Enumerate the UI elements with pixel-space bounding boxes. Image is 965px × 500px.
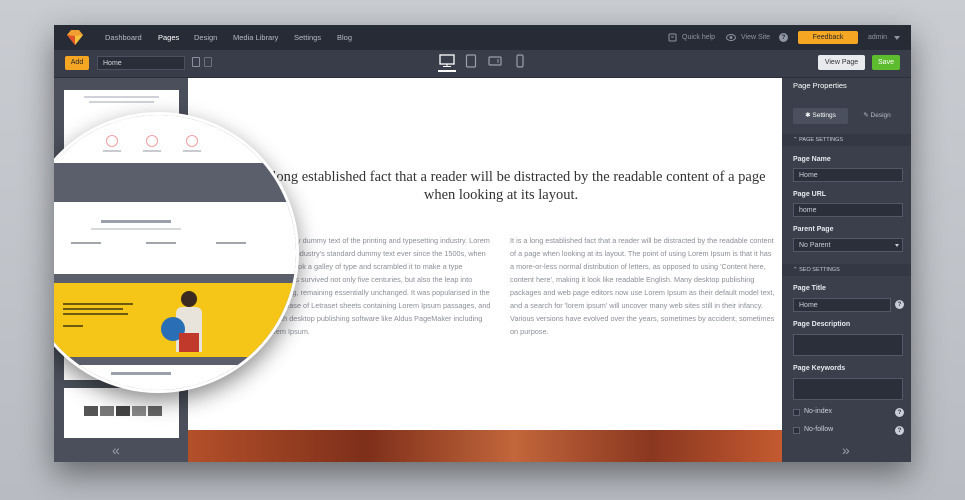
collapse-left-icon[interactable]: « [112, 442, 120, 458]
parent-page-label: Parent Page [793, 226, 834, 233]
nav-blog[interactable]: Blog [337, 25, 352, 50]
page-keywords-label: Page Keywords [793, 365, 846, 372]
parent-page-value: No Parent [799, 242, 831, 249]
page-name-label: Page Name [793, 156, 831, 163]
page-properties-panel: Page Properties ✱ Settings ✎ Design ⌃ PA… [782, 78, 911, 462]
nav-dashboard[interactable]: Dashboard [105, 25, 142, 50]
eye-icon[interactable] [726, 34, 736, 41]
view-page-button[interactable]: View Page [818, 55, 865, 70]
parent-page-select[interactable]: No Parent [793, 238, 903, 252]
nav-media-library[interactable]: Media Library [233, 25, 278, 50]
page-settings-title: PAGE SETTINGS [799, 137, 844, 143]
seo-settings-title: SEO SETTINGS [799, 267, 840, 273]
tab-design-label: Design [870, 112, 891, 119]
tab-settings-label: Settings [812, 112, 836, 119]
nav-pages[interactable]: Pages [158, 25, 179, 50]
magnified-yellow-block [54, 283, 296, 357]
tab-settings[interactable]: ✱ Settings [793, 108, 848, 124]
nav-design[interactable]: Design [194, 25, 217, 50]
device-tablet-landscape[interactable] [488, 54, 502, 72]
page-settings-header[interactable]: ⌃ PAGE SETTINGS [782, 134, 911, 146]
page-builder-window: Dashboard Pages Design Media Library Set… [54, 25, 911, 462]
collapse-right-icon[interactable]: » [842, 442, 850, 458]
page-select-value: Home [103, 60, 122, 67]
help-icon[interactable]: ? [895, 426, 904, 435]
desktop-icon [439, 54, 455, 67]
device-tablet[interactable] [465, 54, 477, 72]
quick-help-icon[interactable] [668, 33, 677, 42]
page-url-label: Page URL [793, 191, 827, 198]
nav-settings[interactable]: Settings [294, 25, 321, 50]
no-index-label: No-index [804, 408, 833, 415]
tablet-landscape-icon [488, 56, 502, 66]
user-menu[interactable]: admin [868, 25, 887, 50]
help-icon[interactable]: ? [779, 33, 788, 42]
seo-settings-header[interactable]: ⌃ SEO SETTINGS [782, 264, 911, 276]
page-url-value: home [799, 207, 817, 214]
brush-icon: ✎ [863, 112, 871, 119]
delete-icon[interactable] [204, 57, 212, 67]
help-icon[interactable]: ? [895, 408, 904, 417]
hero-image-block[interactable] [188, 430, 782, 462]
mobile-icon [516, 54, 524, 68]
page-keywords-field[interactable] [793, 378, 903, 400]
magnified-block [54, 115, 296, 163]
page-name-field[interactable]: Home [793, 168, 903, 182]
feedback-button[interactable]: Feedback [798, 31, 858, 44]
magnified-block [54, 365, 296, 390]
thumbnail-magnifier [54, 112, 299, 393]
add-label: Add [70, 59, 84, 66]
view-site-link[interactable]: View Site [741, 25, 770, 50]
add-button[interactable]: Add [65, 56, 89, 70]
device-desktop[interactable] [438, 54, 456, 72]
page-name-value: Home [799, 172, 818, 179]
tablet-icon [465, 54, 477, 68]
copy-icon[interactable] [192, 57, 200, 67]
page-title-value: Home [799, 302, 818, 309]
block-thumbnail[interactable] [64, 388, 179, 438]
save-label: Save [878, 59, 894, 66]
text-column-right[interactable]: It is a long established fact that a rea… [510, 234, 775, 338]
no-follow-label: No-follow [804, 426, 834, 433]
save-button[interactable]: Save [872, 55, 900, 70]
feedback-label: Feedback [812, 34, 844, 41]
tab-design[interactable]: ✎ Design [852, 108, 902, 124]
quick-help-link[interactable]: Quick help [682, 25, 715, 50]
page-headline[interactable]: It is a long established fact that a rea… [236, 168, 766, 204]
no-follow-checkbox[interactable] [793, 427, 800, 434]
view-page-label: View Page [824, 59, 859, 66]
editor-toolbar: Add Home View Page Save [54, 50, 911, 78]
page-description-label: Page Description [793, 321, 851, 328]
page-select[interactable]: Home [97, 56, 185, 70]
logo-icon[interactable] [67, 30, 83, 45]
panel-title: Page Properties [793, 81, 847, 90]
magnified-block [54, 199, 296, 274]
page-description-field[interactable] [793, 334, 903, 356]
dropdown-arrow-icon [895, 244, 899, 247]
top-navigation: Dashboard Pages Design Media Library Set… [54, 25, 911, 50]
page-url-field[interactable]: home [793, 203, 903, 217]
no-index-checkbox[interactable] [793, 409, 800, 416]
page-title-field[interactable]: Home [793, 298, 891, 312]
chevron-down-icon[interactable] [894, 36, 900, 40]
help-icon[interactable]: ? [895, 300, 904, 309]
page-title-label: Page Title [793, 285, 826, 292]
device-mobile[interactable] [515, 54, 525, 72]
